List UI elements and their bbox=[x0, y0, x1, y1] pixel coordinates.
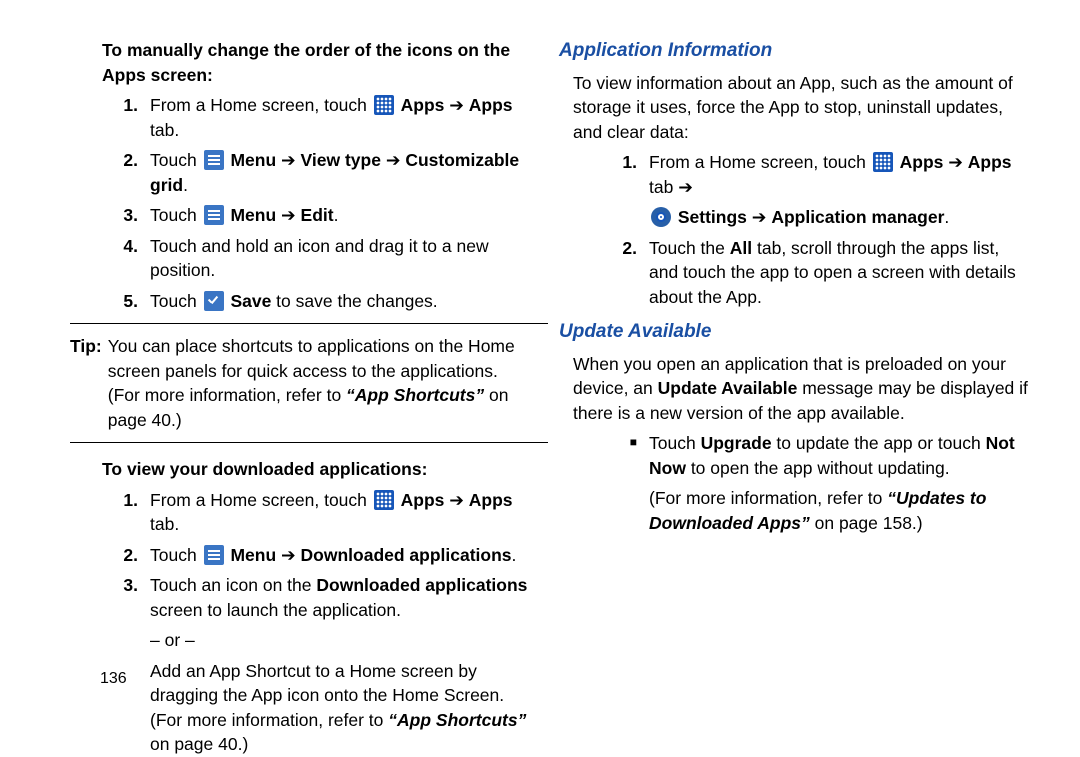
step-text: Touch Save to save the changes. bbox=[150, 289, 531, 314]
step-text: Touch Menu ➔ View type ➔ Customizable gr… bbox=[150, 148, 531, 197]
step-number: 2. bbox=[118, 148, 150, 197]
app-info-intro: To view information about an App, such a… bbox=[559, 71, 1030, 145]
step: 2.Touch the All tab, scroll through the … bbox=[617, 236, 1030, 310]
step-text: From a Home screen, touch Apps ➔ Apps ta… bbox=[150, 93, 531, 142]
tip-block: Tip: You can place shortcuts to applicat… bbox=[70, 334, 531, 432]
left-column: To manually change the order of the icon… bbox=[60, 38, 531, 710]
step-text: Touch the All tab, scroll through the ap… bbox=[649, 236, 1030, 310]
step: 5.Touch Save to save the changes. bbox=[118, 289, 531, 314]
divider-bottom bbox=[70, 442, 548, 443]
step: 1.From a Home screen, touch Apps ➔ Apps … bbox=[118, 488, 531, 537]
update-heading: Update Available bbox=[559, 319, 1030, 346]
step-number: 2. bbox=[118, 543, 150, 568]
step: 2.Touch Menu ➔ View type ➔ Customizable … bbox=[118, 148, 531, 197]
step-text: Touch Menu ➔ Downloaded applications. bbox=[150, 543, 531, 568]
step: 1.From a Home screen, touch Apps ➔ Apps … bbox=[118, 93, 531, 142]
step: 1.From a Home screen, touch Apps ➔ Apps … bbox=[617, 150, 1030, 230]
step-number: 4. bbox=[118, 234, 150, 283]
update-bullet-text: Touch Upgrade to update the app or touch… bbox=[649, 431, 1030, 535]
step: 3.Touch Menu ➔ Edit. bbox=[118, 203, 531, 228]
step-number: 2. bbox=[617, 236, 649, 310]
manual-order-steps: 1.From a Home screen, touch Apps ➔ Apps … bbox=[60, 93, 531, 313]
step-number: 3. bbox=[118, 203, 150, 228]
step-text: Touch Menu ➔ Edit. bbox=[150, 203, 531, 228]
right-column: Application Information To view informat… bbox=[559, 38, 1030, 710]
step: 2.Touch Menu ➔ Downloaded applications. bbox=[118, 543, 531, 568]
update-bullets: ■ Touch Upgrade to update the app or tou… bbox=[559, 431, 1030, 535]
menu-icon bbox=[204, 205, 224, 225]
step-text: Touch an icon on the Downloaded applicat… bbox=[150, 573, 531, 757]
settings-icon bbox=[651, 207, 671, 227]
tip-body: You can place shortcuts to applications … bbox=[108, 334, 531, 432]
step-number: 5. bbox=[118, 289, 150, 314]
step-number: 1. bbox=[617, 150, 649, 230]
tip-label: Tip: bbox=[70, 334, 108, 432]
app-info-heading: Application Information bbox=[559, 38, 1030, 65]
menu-icon bbox=[204, 545, 224, 565]
step-text: Touch and hold an icon and drag it to a … bbox=[150, 234, 531, 283]
page-number: 136 bbox=[100, 668, 127, 690]
manual-order-heading: To manually change the order of the icon… bbox=[102, 38, 531, 87]
apps-icon bbox=[374, 95, 394, 115]
step-text: From a Home screen, touch Apps ➔ Apps ta… bbox=[649, 150, 1030, 230]
square-bullet-icon: ■ bbox=[617, 431, 649, 535]
app-info-steps: 1.From a Home screen, touch Apps ➔ Apps … bbox=[559, 150, 1030, 309]
check-icon bbox=[204, 291, 224, 311]
step-number: 3. bbox=[118, 573, 150, 757]
apps-icon bbox=[873, 152, 893, 172]
apps-icon bbox=[374, 490, 394, 510]
update-intro: When you open an application that is pre… bbox=[559, 352, 1030, 426]
step: 4.Touch and hold an icon and drag it to … bbox=[118, 234, 531, 283]
downloaded-steps: 1.From a Home screen, touch Apps ➔ Apps … bbox=[60, 488, 531, 757]
divider-top bbox=[70, 323, 548, 324]
downloaded-heading: To view your downloaded applications: bbox=[102, 457, 531, 482]
step-text: From a Home screen, touch Apps ➔ Apps ta… bbox=[150, 488, 531, 537]
step: 3.Touch an icon on the Downloaded applic… bbox=[118, 573, 531, 757]
step-number: 1. bbox=[118, 93, 150, 142]
menu-icon bbox=[204, 150, 224, 170]
step-number: 1. bbox=[118, 488, 150, 537]
